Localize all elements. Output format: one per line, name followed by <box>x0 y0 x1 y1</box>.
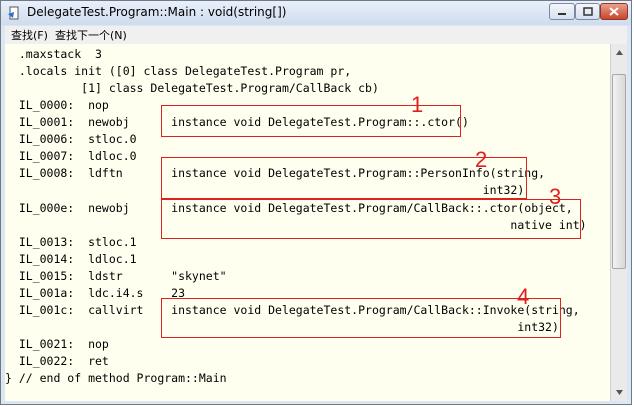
annotation-number-3: 3 <box>549 184 562 209</box>
code-line: IL_0021: nop <box>5 337 109 351</box>
vertical-scrollbar[interactable] <box>610 44 627 401</box>
menu-find[interactable]: 查找(F) <box>11 27 48 43</box>
window-title: DelegateTest.Program::Main : void(string… <box>27 5 287 19</box>
annotation-number-4: 4 <box>517 284 530 309</box>
code-line: IL_0022: ret <box>5 354 109 368</box>
code-line: IL_0000: nop <box>5 98 109 112</box>
annotation-box-4 <box>161 298 561 338</box>
menu-find-next[interactable]: 查找下一个(N) <box>55 27 127 43</box>
annotation-number-1: 1 <box>411 92 424 117</box>
code-line: } // end of method Program::Main <box>5 371 227 385</box>
scroll-up-icon <box>615 50 623 55</box>
code-line: .maxstack 3 <box>5 47 102 61</box>
minimize-button[interactable] <box>549 3 575 20</box>
close-button[interactable] <box>600 3 628 20</box>
code-line: .locals init ([0] class DelegateTest.Pro… <box>5 64 352 78</box>
app-icon <box>8 6 19 20</box>
scroll-thumb[interactable] <box>612 74 626 269</box>
scroll-down-button[interactable] <box>611 384 627 401</box>
title-bar[interactable]: DelegateTest.Program::Main : void(string… <box>1 1 631 25</box>
window: DelegateTest.Program::Main : void(string… <box>0 0 632 405</box>
code-line: [1] class DelegateTest.Program/CallBack … <box>5 81 379 95</box>
code-line: IL_0007: ldloc.0 <box>5 149 137 163</box>
annotation-box-2 <box>161 157 527 199</box>
maximize-button[interactable] <box>575 3 600 20</box>
scroll-up-button[interactable] <box>611 44 627 61</box>
scroll-track[interactable] <box>611 61 627 384</box>
scroll-down-icon <box>615 390 623 395</box>
annotation-number-2: 2 <box>475 147 488 172</box>
menu-bar: 查找(F) 查找下一个(N) <box>5 26 627 44</box>
code-line: IL_001a: ldc.i4.s 23 <box>5 286 186 300</box>
code-line: IL_0015: ldstr "skynet" <box>5 269 227 283</box>
close-icon <box>609 7 619 16</box>
maximize-icon <box>582 7 593 16</box>
il-code-view[interactable]: .maxstack 3 .locals init ([0] class Dele… <box>5 44 610 401</box>
code-line: IL_0006: stloc.0 <box>5 132 137 146</box>
code-line: IL_0014: ldloc.1 <box>5 252 137 266</box>
minimize-icon <box>558 13 566 15</box>
code-line: IL_0013: stloc.1 <box>5 235 137 249</box>
annotation-box-3 <box>161 199 581 239</box>
